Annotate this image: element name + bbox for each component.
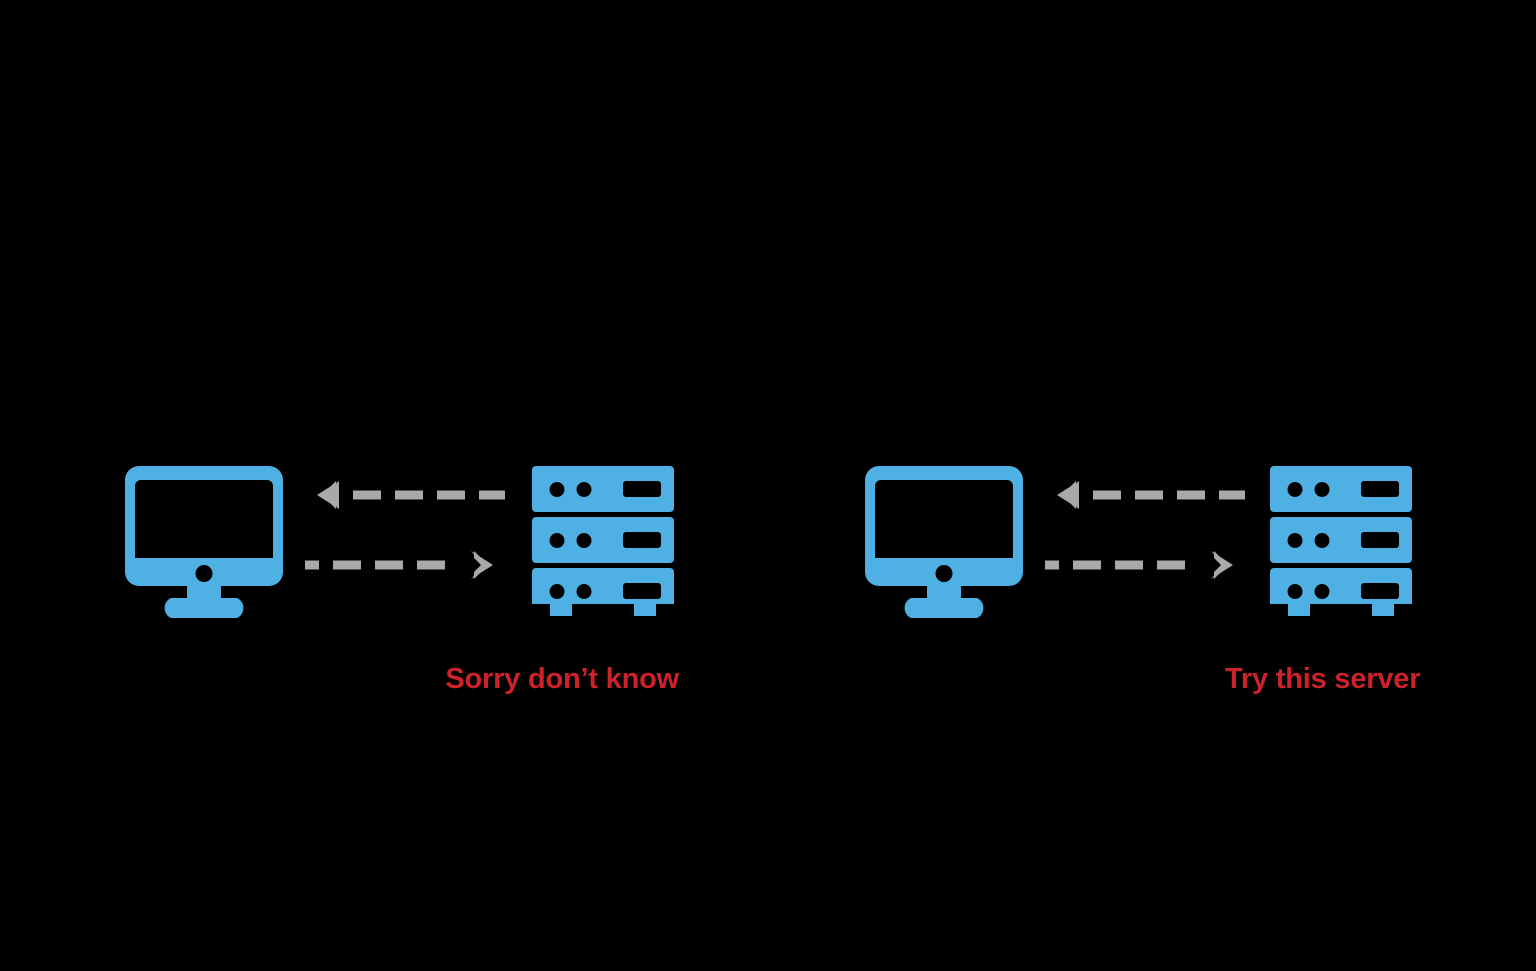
dashed-arrow-right-icon — [305, 551, 493, 579]
diagram-canvas: Sorry don’t know Try this server — [0, 0, 1536, 971]
server-rack-icon — [532, 466, 674, 616]
dashed-arrow-left-icon — [317, 481, 505, 509]
server-rack-icon — [1270, 466, 1412, 616]
scene-caption-referral: Try this server — [1225, 663, 1421, 695]
request-arrow-2 — [1045, 548, 1245, 582]
request-arrow-1 — [305, 548, 505, 582]
dashed-arrow-left-icon — [1057, 481, 1245, 509]
client-monitor-1 — [125, 466, 283, 618]
server-rack-1 — [532, 466, 674, 616]
dashed-arrow-right-icon — [1045, 551, 1233, 579]
server-rack-2 — [1270, 466, 1412, 616]
response-arrow-2 — [1045, 478, 1245, 512]
response-arrow-1 — [305, 478, 505, 512]
client-monitor-2 — [865, 466, 1023, 618]
scene-caption-no-answer: Sorry don’t know — [445, 663, 679, 695]
desktop-monitor-icon — [865, 466, 1023, 618]
desktop-monitor-icon — [125, 466, 283, 618]
